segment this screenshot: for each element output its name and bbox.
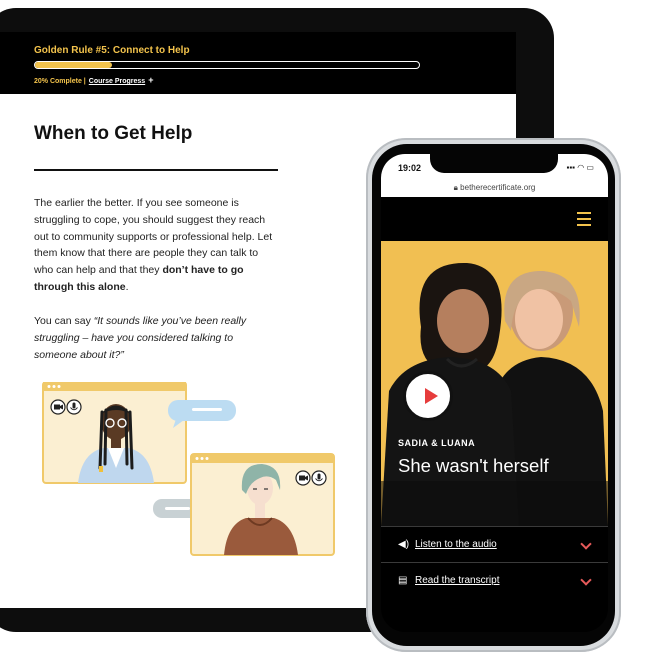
hero-names: SADIA & LUANA [398, 438, 476, 448]
url-text: betherecertificate.org [460, 183, 536, 192]
lock-icon: 🔒︎ [453, 183, 458, 192]
phone-device: 19:02 ▪▪▪ ◠ ▭ 🔒︎ betherecertificate.org [366, 138, 621, 652]
play-icon [425, 388, 438, 404]
play-button[interactable] [403, 371, 453, 421]
status-time: 19:02 [398, 163, 422, 173]
course-progress-link[interactable]: Course Progress [89, 78, 145, 85]
expand-progress-icon[interactable]: + [148, 75, 153, 85]
lesson-heading: When to Get Help [34, 123, 193, 144]
camera-icon-2 [295, 470, 311, 486]
document-icon: ▤ [398, 575, 408, 586]
paragraph-end: . [125, 280, 129, 293]
accordion-label-transcript[interactable]: Read the transcript [415, 575, 500, 586]
microphone-icon [66, 399, 82, 415]
progress-status: 20% Complete | Course Progress + [34, 75, 153, 85]
site-header [381, 197, 608, 241]
heading-divider [34, 169, 278, 171]
speaker-icon: ◀︎) [398, 539, 410, 550]
camera-icon [50, 399, 66, 415]
lesson-paragraph: The earlier the better. If you see someo… [34, 195, 279, 296]
menu-icon[interactable] [577, 212, 591, 226]
video-call-illustration [42, 382, 335, 556]
signal-wifi-battery-icon: ▪▪▪ ◠ ▭ [566, 163, 595, 172]
hero-title: She wasn't herself [398, 455, 549, 476]
course-header: Golden Rule #5: Connect to Help 20% Comp… [0, 32, 516, 94]
accordion-label-audio[interactable]: Listen to the audio [415, 539, 497, 550]
progress-bar [34, 61, 420, 69]
hero-video[interactable]: SADIA & LUANA She wasn't herself [381, 241, 608, 526]
address-bar[interactable]: 🔒︎ betherecertificate.org [381, 182, 608, 197]
accordion-read-transcript[interactable]: ▤ Read the transcript [381, 562, 608, 598]
lesson-quote: You can say “It sounds like you’ve been … [34, 313, 279, 363]
progress-bar-fill [35, 62, 112, 68]
phone-notch [430, 154, 558, 173]
module-title: Golden Rule #5: Connect to Help [34, 45, 190, 56]
progress-percent: 20% Complete | [34, 78, 86, 85]
microphone-icon-2 [311, 470, 327, 486]
chevron-down-icon[interactable] [580, 538, 592, 550]
phone-screen: 19:02 ▪▪▪ ◠ ▭ 🔒︎ betherecertificate.org [381, 154, 608, 632]
accordion-listen-audio[interactable]: ◀︎) Listen to the audio [381, 526, 608, 562]
chevron-down-icon[interactable] [580, 574, 592, 586]
quote-lead: You can say [34, 315, 94, 327]
